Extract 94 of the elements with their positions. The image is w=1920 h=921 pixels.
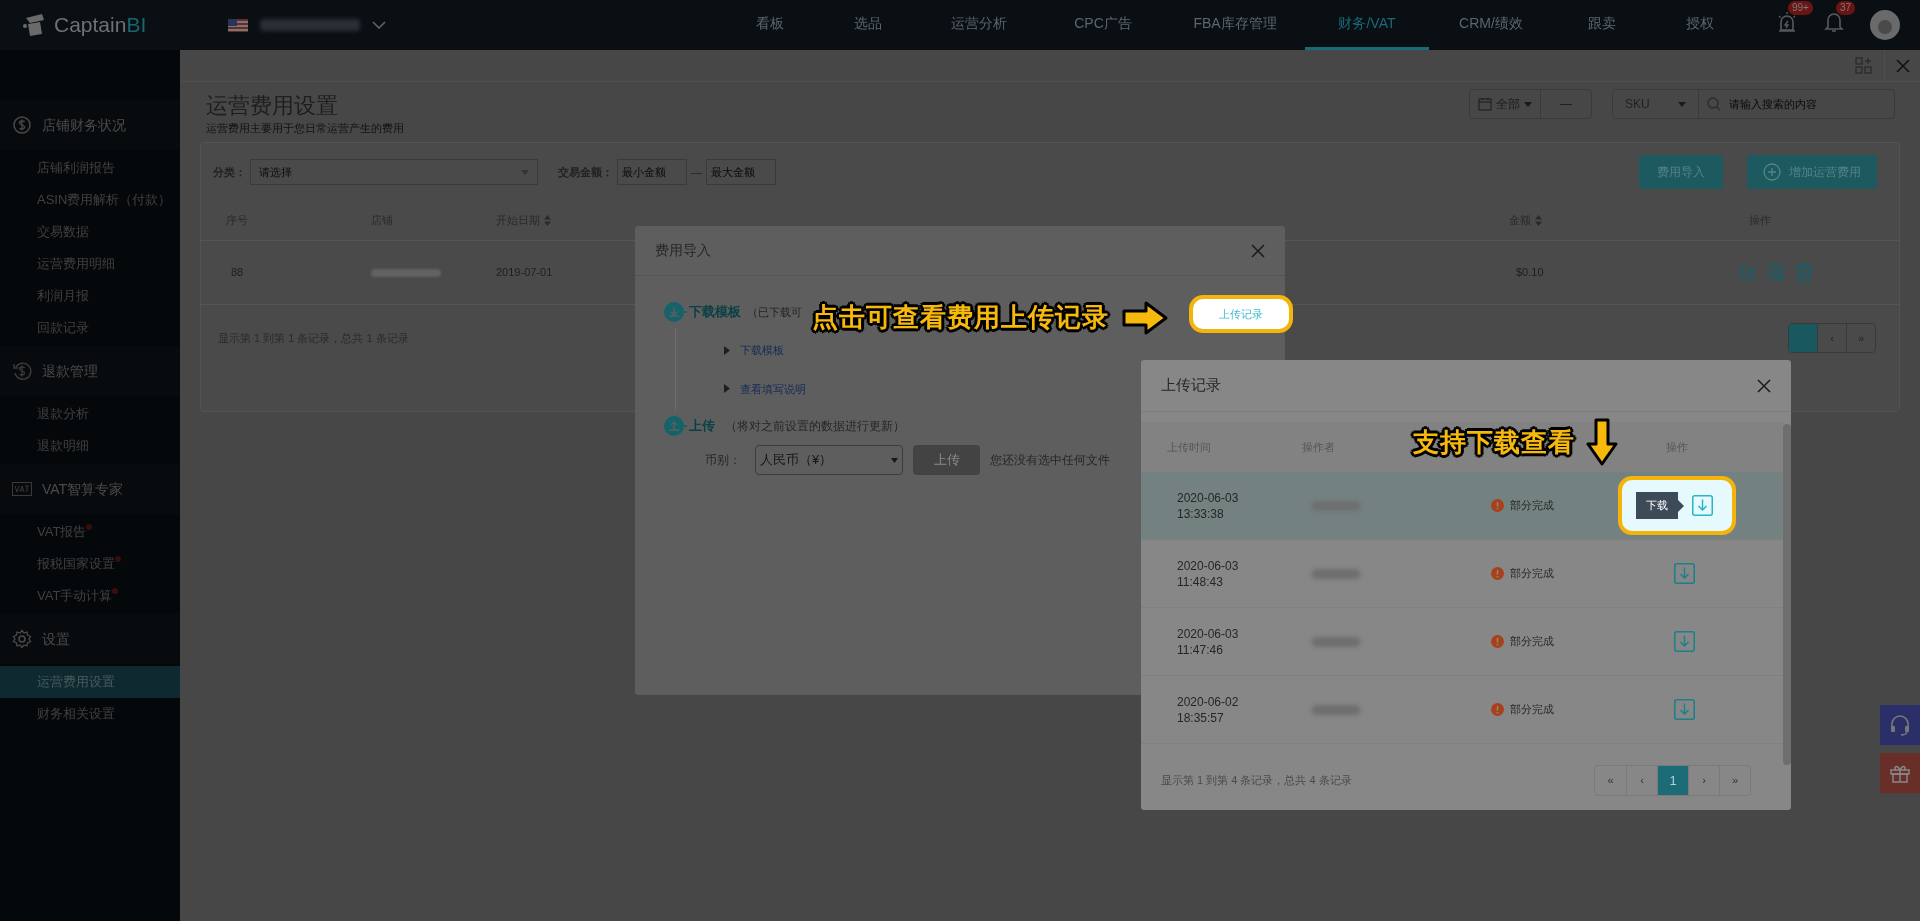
nav-tab[interactable]: FBA库存管理	[1165, 0, 1305, 50]
nav-tab[interactable]: 运营分析	[917, 0, 1041, 50]
logo-text: CaptainBI	[54, 12, 147, 39]
alarm-light-icon[interactable]	[1776, 10, 1798, 33]
edit-icon[interactable]	[1739, 263, 1757, 282]
blurred-operator-name	[1312, 704, 1360, 715]
caret-icon	[891, 457, 898, 463]
nav-tab[interactable]: 跟卖	[1553, 0, 1651, 50]
page-button[interactable]: »	[1846, 324, 1875, 352]
nav-tab[interactable]: CRM/绩效	[1429, 0, 1553, 50]
count-badge: 37	[1836, 0, 1856, 15]
download-icon[interactable]	[1674, 631, 1695, 652]
sort-icon[interactable]	[1535, 215, 1542, 226]
vat-icon	[12, 482, 32, 496]
view-details-icon[interactable]	[1767, 263, 1785, 282]
blurred-operator-name	[1312, 636, 1360, 647]
blurred-store-name	[371, 268, 441, 277]
warning-icon	[1491, 499, 1504, 512]
sidebar-group-title[interactable]: 退款管理	[42, 360, 98, 382]
caret-icon	[1524, 101, 1532, 107]
page-button[interactable]: ›	[1688, 766, 1719, 795]
download-icon[interactable]	[1674, 563, 1695, 584]
download-step-icon	[663, 301, 687, 323]
warning-icon	[1491, 567, 1504, 580]
search-icon	[1707, 97, 1721, 111]
status-text: 部分完成	[1510, 702, 1554, 718]
step-title: 下载模板	[689, 303, 741, 322]
gift-button[interactable]	[1880, 753, 1920, 793]
date-text: 2020-06-03	[1177, 489, 1240, 506]
upload-records-button[interactable]: 上传记录	[1189, 295, 1293, 333]
right-arrow-icon	[1121, 299, 1169, 336]
scrollbar-thumb[interactable]	[1783, 424, 1791, 765]
time-text: 11:47:46	[1177, 641, 1224, 658]
sort-icon[interactable]	[544, 215, 551, 226]
down-arrow-icon	[1585, 418, 1619, 466]
avatar-icon[interactable]	[1870, 10, 1900, 40]
callout-text: 点击可查看费用上传记录	[812, 301, 1109, 334]
date-text: 2020-06-03	[1177, 557, 1240, 574]
bell-icon[interactable]	[1824, 10, 1844, 33]
sidebar-item[interactable]: VAT报告	[0, 516, 180, 548]
calendar-icon	[1478, 97, 1492, 111]
close-icon[interactable]	[1757, 378, 1771, 393]
count-badge: 99+	[1788, 0, 1813, 15]
table-row[interactable]: 2020-06-03 13:33:38 部分完成 下载	[1141, 472, 1783, 540]
download-icon[interactable]	[1674, 699, 1695, 720]
range-separator: —	[1559, 96, 1573, 113]
table-row[interactable]: 2020-06-03 11:47:46 部分完成	[1141, 608, 1783, 676]
time-text: 18:35:57	[1177, 709, 1225, 726]
page-button[interactable]: ‹	[1817, 324, 1846, 352]
date-text: 2020-06-03	[1177, 625, 1240, 642]
status-text: 部分完成	[1510, 566, 1554, 582]
time-text: 13:33:38	[1177, 505, 1225, 522]
refund-icon	[12, 361, 32, 381]
callout-text: 支持下载查看	[1413, 426, 1575, 459]
step-title: 上传	[689, 417, 715, 436]
date-text: 2020-06-02	[1177, 693, 1240, 710]
nav-tab[interactable]: 看板	[721, 0, 819, 50]
expand-triangle-icon[interactable]	[724, 384, 730, 394]
delete-icon[interactable]	[1795, 263, 1813, 282]
flag-icon	[228, 18, 248, 32]
nav-tab[interactable]: 授权	[1651, 0, 1749, 50]
nav-tab[interactable]: 财务/VAT	[1305, 0, 1429, 50]
page-button[interactable]: «	[1595, 766, 1626, 795]
time-text: 11:48:43	[1177, 573, 1224, 590]
page-button[interactable]: 1	[1657, 766, 1688, 795]
settings-icon	[12, 629, 32, 649]
upload-step-icon	[663, 415, 687, 437]
range-separator: —	[691, 164, 702, 180]
currency-select[interactable]: 人民币（¥）	[755, 445, 903, 475]
download-icon[interactable]	[1692, 495, 1713, 516]
dialog-title: 上传记录	[1161, 375, 1221, 396]
table-row[interactable]: 2020-06-03 11:48:43 部分完成	[1141, 540, 1783, 608]
chevron-down-icon[interactable]	[372, 21, 386, 29]
support-button[interactable]	[1880, 705, 1920, 745]
page-button[interactable]: »	[1719, 766, 1750, 795]
caret-icon	[1678, 101, 1686, 107]
help-link[interactable]: 下载模板	[740, 342, 784, 359]
dollar-icon	[12, 115, 32, 135]
warning-icon	[1491, 703, 1504, 716]
nav-tab[interactable]: CPC广告	[1041, 0, 1165, 50]
close-icon[interactable]	[1251, 243, 1265, 258]
add-widget-icon[interactable]	[1855, 56, 1873, 75]
help-link[interactable]: 查看填写说明	[740, 380, 806, 397]
status-text: 部分完成	[1510, 634, 1554, 650]
nav-tab[interactable]: 选品	[819, 0, 917, 50]
blurred-operator-name	[1312, 568, 1360, 579]
tooltip: 下载	[1636, 492, 1684, 519]
warning-icon	[1491, 635, 1504, 648]
table-row[interactable]: 2020-06-02 18:35:57 部分完成	[1141, 676, 1783, 744]
sidebar-group-title[interactable]: 设置	[42, 628, 70, 650]
status-text: 部分完成	[1510, 498, 1554, 514]
headset-icon	[1888, 713, 1912, 737]
expand-triangle-icon[interactable]	[724, 345, 730, 355]
plus-circle-icon	[1763, 163, 1781, 181]
